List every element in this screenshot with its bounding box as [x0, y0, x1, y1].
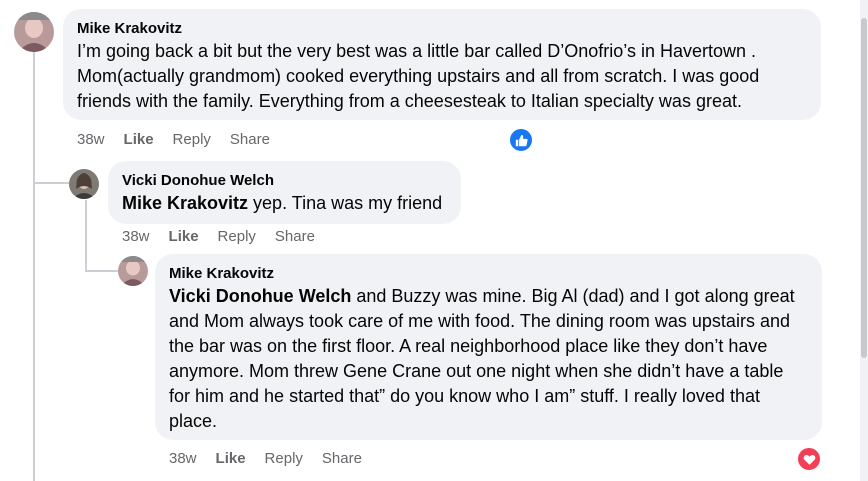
scrollbar-thumb[interactable] [861, 18, 867, 358]
share-button[interactable]: Share [322, 450, 362, 467]
comment-author[interactable]: Mike Krakovitz [77, 20, 807, 37]
comment-text: I’m going back a bit but the very best w… [77, 41, 760, 111]
comment-timestamp[interactable]: 38w [169, 450, 197, 467]
reply-button[interactable]: Reply [265, 450, 303, 467]
comment-timestamp[interactable]: 38w [77, 131, 105, 148]
comment-actions: 38w Like Reply Share [77, 131, 289, 148]
heart-icon [803, 454, 815, 465]
thumbs-up-icon [515, 134, 528, 146]
comment-body: yep. Tina was my friend [248, 193, 443, 213]
like-button[interactable]: Like [169, 228, 199, 245]
comment-timestamp[interactable]: 38w [122, 228, 150, 245]
mention-link[interactable]: Mike Krakovitz [122, 193, 248, 213]
avatar[interactable] [118, 256, 148, 286]
thread-connector [85, 270, 118, 272]
reply-button[interactable]: Reply [218, 228, 256, 245]
share-button[interactable]: Share [230, 131, 270, 148]
comment-actions: 38w Like Reply Share [122, 228, 334, 245]
comment-body: and Buzzy was mine. Big Al (dad) and I g… [169, 286, 795, 431]
comment-bubble: Mike Krakovitz I’m going back a bit but … [63, 9, 821, 120]
like-button[interactable]: Like [216, 450, 246, 467]
comment-text: Vicki Donohue Welch and Buzzy was mine. … [169, 284, 808, 434]
comment-text: Mike Krakovitz yep. Tina was my friend [122, 191, 451, 216]
comment-author[interactable]: Mike Krakovitz [169, 265, 808, 282]
avatar-image [69, 169, 99, 199]
thread-connector [33, 182, 69, 184]
thread-line [85, 200, 87, 270]
love-reaction-icon[interactable] [796, 446, 822, 472]
thread-line [33, 50, 35, 481]
comment-bubble: Mike Krakovitz Vicki Donohue Welch and B… [155, 254, 822, 440]
avatar-image [14, 12, 54, 52]
share-button[interactable]: Share [275, 228, 315, 245]
comment-actions: 38w Like Reply Share [169, 450, 381, 467]
comment-bubble: Vicki Donohue Welch Mike Krakovitz yep. … [108, 161, 461, 224]
like-button[interactable]: Like [124, 131, 154, 148]
avatar[interactable] [14, 12, 54, 52]
reply-button[interactable]: Reply [173, 131, 211, 148]
comment-author[interactable]: Vicki Donohue Welch [122, 172, 451, 189]
like-reaction-icon[interactable] [508, 127, 534, 153]
avatar-image [118, 256, 148, 286]
avatar[interactable] [69, 169, 99, 199]
mention-link[interactable]: Vicki Donohue Welch [169, 286, 351, 306]
